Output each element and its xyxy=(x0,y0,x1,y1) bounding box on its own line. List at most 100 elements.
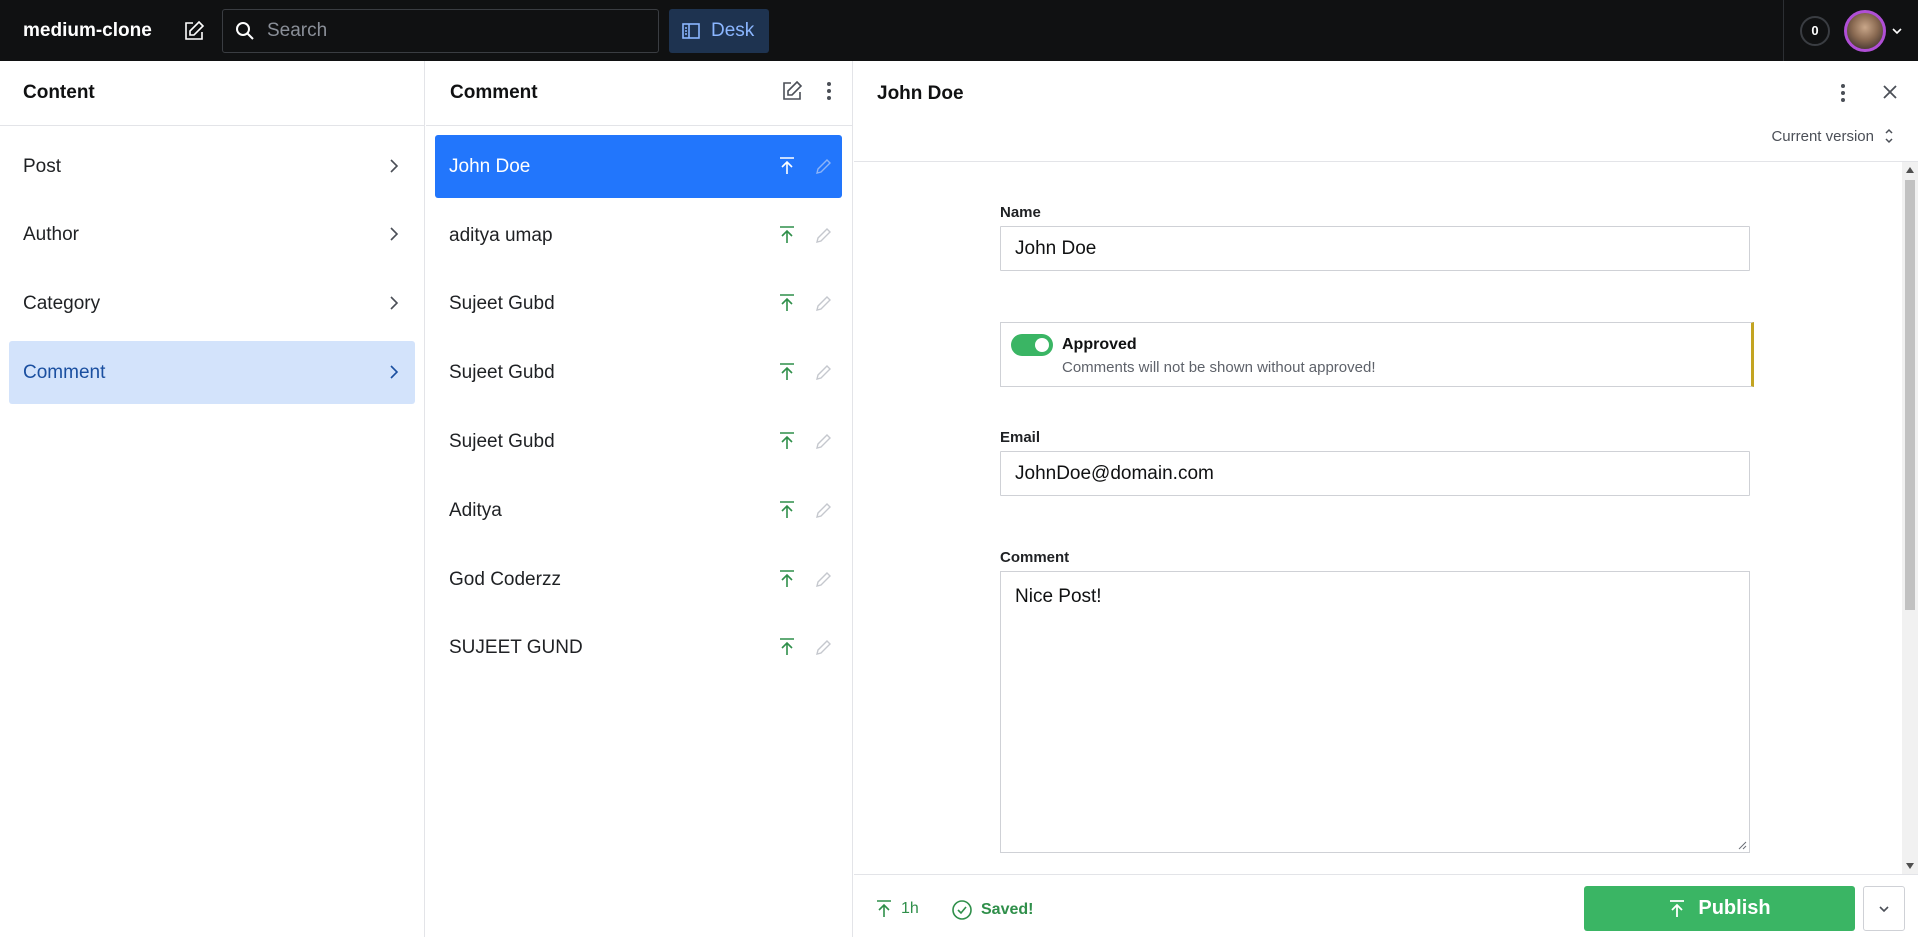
list-item-label: God Coderzz xyxy=(449,568,561,590)
comment-value: Nice Post! xyxy=(1015,586,1102,607)
email-field[interactable]: JohnDoe@domain.com xyxy=(1000,451,1750,496)
published-icon xyxy=(780,157,794,174)
search-icon xyxy=(236,21,254,40)
name-label: Name xyxy=(1000,204,1041,221)
nav-item-label: Category xyxy=(23,292,101,314)
top-bar: medium-clone Search Desk 0 xyxy=(0,0,1918,61)
approved-toggle[interactable] xyxy=(1011,334,1053,356)
list-item[interactable]: aditya umap xyxy=(435,204,842,267)
topbar-right: 0 xyxy=(1783,0,1918,61)
pencil-icon xyxy=(816,640,831,655)
pencil-icon xyxy=(816,503,831,518)
nav-item-category[interactable]: Category xyxy=(9,272,415,335)
saved-status: Saved! xyxy=(951,899,1033,921)
chevron-right-icon xyxy=(390,365,399,379)
chevron-right-icon xyxy=(390,227,399,241)
comment-pane-actions xyxy=(780,79,834,103)
list-item-label: Sujeet Gubd xyxy=(449,292,555,314)
list-item-label: Sujeet Gubd xyxy=(449,361,555,383)
desk-icon xyxy=(682,22,700,39)
compose-icon xyxy=(185,20,205,40)
document-title: John Doe xyxy=(877,83,964,104)
list-item-label: Sujeet Gubd xyxy=(449,430,555,452)
chevron-down-icon xyxy=(1879,905,1889,912)
version-label: Current version xyxy=(1771,127,1874,145)
document-footer: 1h Saved! Publish xyxy=(854,874,1918,937)
nav-item-post[interactable]: Post xyxy=(9,135,415,198)
version-selector[interactable]: Current version xyxy=(1771,127,1894,145)
name-field[interactable]: John Doe xyxy=(1000,226,1750,271)
document-editor-pane: John Doe Current version Name John Doe A… xyxy=(854,61,1918,937)
compose-icon[interactable] xyxy=(780,79,804,103)
list-item[interactable]: Sujeet Gubd xyxy=(435,341,842,404)
list-item[interactable]: God Coderzz xyxy=(435,548,842,611)
scrollbar-thumb[interactable] xyxy=(1905,180,1915,610)
list-item[interactable]: Sujeet Gubd xyxy=(435,410,842,473)
publish-label: Publish xyxy=(1698,897,1771,919)
desk-tool-button[interactable]: Desk xyxy=(669,8,769,53)
list-item-label: aditya umap xyxy=(449,224,553,246)
more-vertical-icon[interactable] xyxy=(1838,81,1848,105)
email-label: Email xyxy=(1000,429,1041,446)
user-menu-button[interactable] xyxy=(1844,9,1904,52)
published-icon xyxy=(780,570,794,587)
list-item[interactable]: SUJEET GUND xyxy=(435,616,842,679)
content-pane-title: Content xyxy=(0,61,424,126)
nav-item-author[interactable]: Author xyxy=(9,203,415,266)
list-item[interactable]: Sujeet Gubd xyxy=(435,272,842,335)
chevron-right-icon xyxy=(390,159,399,173)
search-input[interactable]: Search xyxy=(222,8,659,53)
published-icon xyxy=(780,363,794,380)
comment-textarea[interactable]: Nice Post! xyxy=(1000,571,1750,853)
comment-label: Comment xyxy=(1000,549,1070,566)
search-placeholder: Search xyxy=(267,19,328,41)
notification-badge[interactable]: 0 xyxy=(1800,15,1830,46)
list-item[interactable]: John Doe xyxy=(435,135,842,198)
scroll-down-icon[interactable] xyxy=(1906,863,1914,869)
nav-item-label: Comment xyxy=(23,361,106,383)
published-icon xyxy=(780,501,794,518)
topbar-divider xyxy=(1783,0,1784,61)
resize-handle-icon[interactable] xyxy=(1737,840,1747,850)
chevron-down-icon xyxy=(1892,27,1902,34)
pencil-icon xyxy=(816,365,831,380)
approved-field: Approved Comments will not be shown with… xyxy=(1000,322,1754,387)
list-item-label: John Doe xyxy=(449,155,531,177)
approved-label: Approved xyxy=(1062,336,1137,353)
published-icon xyxy=(780,432,794,449)
check-circle-icon xyxy=(952,900,972,920)
scroll-up-icon[interactable] xyxy=(1906,167,1914,173)
email-value: JohnDoe@domain.com xyxy=(1015,462,1214,484)
publish-button[interactable]: Publish xyxy=(1584,886,1855,931)
pencil-icon xyxy=(816,228,831,243)
form-scrollbar[interactable] xyxy=(1902,162,1918,874)
published-ago: 1h xyxy=(901,900,919,917)
published-icon xyxy=(877,900,891,917)
approved-description: Comments will not be shown without appro… xyxy=(1062,359,1376,376)
close-icon[interactable] xyxy=(1881,83,1899,101)
avatar xyxy=(1844,9,1886,52)
document-form: Name John Doe Approved Comments will not… xyxy=(854,162,1903,874)
comment-list-pane: Comment John Doe aditya umap Sujeet Gubd… xyxy=(426,61,853,937)
nav-item-comment[interactable]: Comment xyxy=(9,341,415,404)
nav-item-label: Post xyxy=(23,155,62,177)
pencil-icon xyxy=(816,159,831,174)
nav-item-label: Author xyxy=(23,223,79,245)
published-icon xyxy=(780,226,794,243)
app-brand[interactable]: medium-clone xyxy=(23,20,168,42)
pencil-icon xyxy=(816,572,831,587)
saved-label: Saved! xyxy=(981,901,1034,918)
pencil-icon xyxy=(816,434,831,449)
pencil-icon xyxy=(816,296,831,311)
chevron-updown-icon xyxy=(1885,128,1893,144)
compose-button[interactable] xyxy=(176,13,212,49)
desk-label: Desk xyxy=(711,19,755,41)
document-actions-menu-button[interactable] xyxy=(1863,886,1905,931)
more-vertical-icon[interactable] xyxy=(824,79,834,103)
list-item[interactable]: Aditya xyxy=(435,479,842,542)
list-item-label: SUJEET GUND xyxy=(449,636,583,658)
document-header: John Doe Current version xyxy=(854,61,1918,162)
published-status[interactable]: 1h xyxy=(875,899,919,919)
name-value: John Doe xyxy=(1015,237,1097,259)
list-item-label: Aditya xyxy=(449,499,502,521)
